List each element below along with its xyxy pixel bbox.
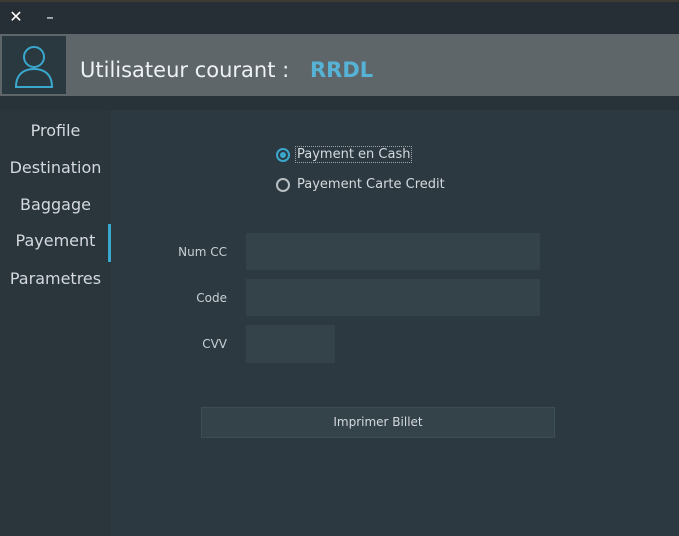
header-separator xyxy=(0,96,679,110)
close-icon[interactable]: ✕ xyxy=(6,7,26,27)
payment-panel xyxy=(111,110,679,536)
current-user-label: Utilisateur courant : xyxy=(80,58,290,82)
minimize-icon[interactable]: – xyxy=(40,7,60,27)
code-label: Code xyxy=(196,291,227,305)
code-field[interactable] xyxy=(246,279,540,316)
radio-cash[interactable] xyxy=(276,148,290,162)
num-cc-field[interactable] xyxy=(246,233,540,270)
radio-cash-label[interactable]: Payment en Cash xyxy=(294,146,413,163)
window-top-strip xyxy=(0,0,679,2)
user-header: Utilisateur courant : RRDL xyxy=(0,34,679,96)
cvv-label: CVV xyxy=(202,337,227,351)
radio-credit-card[interactable] xyxy=(276,178,290,192)
sidebar: Profile Destination Baggage Payement Par… xyxy=(0,110,111,536)
current-username: RRDL xyxy=(310,58,374,82)
user-icon xyxy=(2,36,66,94)
title-bar: ✕ – xyxy=(0,0,679,34)
radio-credit-card-label[interactable]: Payement Carte Credit xyxy=(297,177,445,192)
sidebar-item-profile[interactable]: Profile xyxy=(0,114,111,148)
sidebar-item-destination[interactable]: Destination xyxy=(0,151,111,185)
sidebar-item-payement[interactable]: Payement xyxy=(0,224,111,262)
sidebar-item-parametres[interactable]: Parametres xyxy=(0,262,111,296)
sidebar-item-baggage[interactable]: Baggage xyxy=(0,188,111,222)
sidebar-item-label: Payement xyxy=(15,231,96,250)
print-ticket-button[interactable]: Imprimer Billet xyxy=(201,407,555,438)
num-cc-label: Num CC xyxy=(178,245,227,259)
radio-selected-dot xyxy=(280,152,286,158)
cvv-field[interactable] xyxy=(246,325,335,363)
